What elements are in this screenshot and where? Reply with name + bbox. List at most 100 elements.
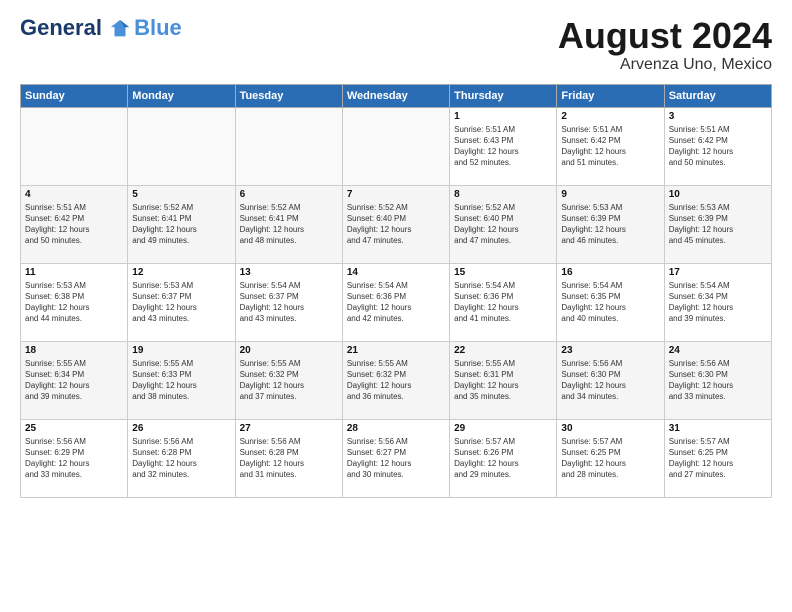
month-title: August 2024 — [558, 16, 772, 56]
day-number: 11 — [25, 267, 123, 278]
location: Arvenza Uno, Mexico — [558, 56, 772, 74]
day-cell: 16 Sunrise: 5:54 AM Sunset: 6:35 PM Dayli… — [557, 263, 664, 341]
day-number: 21 — [347, 345, 445, 356]
day-number: 30 — [561, 423, 659, 434]
day-info: Sunrise: 5:56 AM Sunset: 6:28 PM Dayligh… — [132, 436, 230, 481]
calendar-body: 1 Sunrise: 5:51 AM Sunset: 6:43 PM Daylig… — [21, 107, 772, 497]
week-row-4: 18 Sunrise: 5:55 AM Sunset: 6:34 PM Dayli… — [21, 341, 772, 419]
day-cell: 6Sunrise: 5:52 AM Sunset: 6:41 PM Daylig… — [235, 185, 342, 263]
week-row-2: 4 Sunrise: 5:51 AM Sunset: 6:42 PM Daylig… — [21, 185, 772, 263]
day-number: 9 — [561, 189, 659, 200]
day-info: Sunrise: 5:53 AM Sunset: 6:37 PM Dayligh… — [132, 280, 230, 325]
day-info: Sunrise: 5:51 AM Sunset: 6:42 PM Dayligh… — [25, 202, 123, 247]
day-info: Sunrise: 5:57 AM Sunset: 6:25 PM Dayligh… — [669, 436, 767, 481]
day-cell: 19Sunrise: 5:55 AM Sunset: 6:33 PM Dayli… — [128, 341, 235, 419]
col-saturday: Saturday — [664, 84, 771, 107]
day-info: Sunrise: 5:54 AM Sunset: 6:36 PM Dayligh… — [454, 280, 552, 325]
day-cell — [235, 107, 342, 185]
day-info: Sunrise: 5:51 AM Sunset: 6:43 PM Dayligh… — [454, 124, 552, 169]
day-info: Sunrise: 5:57 AM Sunset: 6:26 PM Dayligh… — [454, 436, 552, 481]
logo-icon — [109, 18, 131, 40]
day-info: Sunrise: 5:53 AM Sunset: 6:38 PM Dayligh… — [25, 280, 123, 325]
day-cell: 30 Sunrise: 5:57 AM Sunset: 6:25 PM Dayli… — [557, 419, 664, 497]
day-cell: 2 Sunrise: 5:51 AM Sunset: 6:42 PM Daylig… — [557, 107, 664, 185]
day-cell: 17 Sunrise: 5:54 AM Sunset: 6:34 PM Dayli… — [664, 263, 771, 341]
col-monday: Monday — [128, 84, 235, 107]
col-sunday: Sunday — [21, 84, 128, 107]
day-number: 27 — [240, 423, 338, 434]
day-info: Sunrise: 5:57 AM Sunset: 6:25 PM Dayligh… — [561, 436, 659, 481]
col-thursday: Thursday — [450, 84, 557, 107]
day-cell: 23 Sunrise: 5:56 AM Sunset: 6:30 PM Dayli… — [557, 341, 664, 419]
logo-blue: Blue — [134, 16, 182, 40]
day-number: 28 — [347, 423, 445, 434]
logo: General Blue — [20, 16, 182, 40]
day-info: Sunrise: 5:54 AM Sunset: 6:35 PM Dayligh… — [561, 280, 659, 325]
day-cell: 13Sunrise: 5:54 AM Sunset: 6:37 PM Dayli… — [235, 263, 342, 341]
day-cell: 29 Sunrise: 5:57 AM Sunset: 6:26 PM Dayli… — [450, 419, 557, 497]
day-cell: 9Sunrise: 5:53 AM Sunset: 6:39 PM Daylig… — [557, 185, 664, 263]
day-number: 10 — [669, 189, 767, 200]
day-info: Sunrise: 5:54 AM Sunset: 6:37 PM Dayligh… — [240, 280, 338, 325]
week-row-3: 11 Sunrise: 5:53 AM Sunset: 6:38 PM Dayli… — [21, 263, 772, 341]
day-number: 3 — [669, 111, 767, 122]
day-info: Sunrise: 5:51 AM Sunset: 6:42 PM Dayligh… — [561, 124, 659, 169]
day-cell — [128, 107, 235, 185]
week-row-5: 25 Sunrise: 5:56 AM Sunset: 6:29 PM Dayli… — [21, 419, 772, 497]
day-info: Sunrise: 5:55 AM Sunset: 6:34 PM Dayligh… — [25, 358, 123, 403]
day-number: 2 — [561, 111, 659, 122]
day-info: Sunrise: 5:56 AM Sunset: 6:29 PM Dayligh… — [25, 436, 123, 481]
day-cell: 25 Sunrise: 5:56 AM Sunset: 6:29 PM Dayli… — [21, 419, 128, 497]
day-number: 5 — [132, 189, 230, 200]
day-cell: 11 Sunrise: 5:53 AM Sunset: 6:38 PM Dayli… — [21, 263, 128, 341]
day-number: 18 — [25, 345, 123, 356]
day-cell: 5Sunrise: 5:52 AM Sunset: 6:41 PM Daylig… — [128, 185, 235, 263]
header-row: Sunday Monday Tuesday Wednesday Thursday… — [21, 84, 772, 107]
day-number: 14 — [347, 267, 445, 278]
day-cell: 3 Sunrise: 5:51 AM Sunset: 6:42 PM Daylig… — [664, 107, 771, 185]
logo-text: General — [20, 16, 132, 40]
col-tuesday: Tuesday — [235, 84, 342, 107]
day-cell: 12Sunrise: 5:53 AM Sunset: 6:37 PM Dayli… — [128, 263, 235, 341]
day-info: Sunrise: 5:56 AM Sunset: 6:27 PM Dayligh… — [347, 436, 445, 481]
header: General Blue August 2024 Arvenza Uno, Me… — [20, 16, 772, 74]
day-number: 22 — [454, 345, 552, 356]
day-number: 25 — [25, 423, 123, 434]
day-info: Sunrise: 5:55 AM Sunset: 6:32 PM Dayligh… — [240, 358, 338, 403]
day-info: Sunrise: 5:54 AM Sunset: 6:36 PM Dayligh… — [347, 280, 445, 325]
col-friday: Friday — [557, 84, 664, 107]
day-info: Sunrise: 5:55 AM Sunset: 6:32 PM Dayligh… — [347, 358, 445, 403]
day-number: 24 — [669, 345, 767, 356]
col-wednesday: Wednesday — [342, 84, 449, 107]
day-info: Sunrise: 5:56 AM Sunset: 6:30 PM Dayligh… — [561, 358, 659, 403]
day-number: 29 — [454, 423, 552, 434]
day-cell: 10Sunrise: 5:53 AM Sunset: 6:39 PM Dayli… — [664, 185, 771, 263]
day-cell: 26Sunrise: 5:56 AM Sunset: 6:28 PM Dayli… — [128, 419, 235, 497]
week-row-1: 1 Sunrise: 5:51 AM Sunset: 6:43 PM Daylig… — [21, 107, 772, 185]
day-info: Sunrise: 5:52 AM Sunset: 6:40 PM Dayligh… — [454, 202, 552, 247]
day-number: 23 — [561, 345, 659, 356]
day-cell: 15 Sunrise: 5:54 AM Sunset: 6:36 PM Dayli… — [450, 263, 557, 341]
day-number: 16 — [561, 267, 659, 278]
calendar-table: Sunday Monday Tuesday Wednesday Thursday… — [20, 84, 772, 498]
day-number: 17 — [669, 267, 767, 278]
day-number: 4 — [25, 189, 123, 200]
day-cell: 20Sunrise: 5:55 AM Sunset: 6:32 PM Dayli… — [235, 341, 342, 419]
day-info: Sunrise: 5:56 AM Sunset: 6:28 PM Dayligh… — [240, 436, 338, 481]
day-number: 31 — [669, 423, 767, 434]
day-cell: 8 Sunrise: 5:52 AM Sunset: 6:40 PM Daylig… — [450, 185, 557, 263]
day-info: Sunrise: 5:54 AM Sunset: 6:34 PM Dayligh… — [669, 280, 767, 325]
day-cell: 31 Sunrise: 5:57 AM Sunset: 6:25 PM Dayli… — [664, 419, 771, 497]
day-number: 6 — [240, 189, 338, 200]
day-cell: 22Sunrise: 5:55 AM Sunset: 6:31 PM Dayli… — [450, 341, 557, 419]
day-info: Sunrise: 5:51 AM Sunset: 6:42 PM Dayligh… — [669, 124, 767, 169]
day-cell: 18 Sunrise: 5:55 AM Sunset: 6:34 PM Dayli… — [21, 341, 128, 419]
day-number: 8 — [454, 189, 552, 200]
day-number: 19 — [132, 345, 230, 356]
day-cell: 14 Sunrise: 5:54 AM Sunset: 6:36 PM Dayli… — [342, 263, 449, 341]
day-cell — [21, 107, 128, 185]
day-cell — [342, 107, 449, 185]
day-number: 15 — [454, 267, 552, 278]
day-info: Sunrise: 5:56 AM Sunset: 6:30 PM Dayligh… — [669, 358, 767, 403]
day-number: 1 — [454, 111, 552, 122]
